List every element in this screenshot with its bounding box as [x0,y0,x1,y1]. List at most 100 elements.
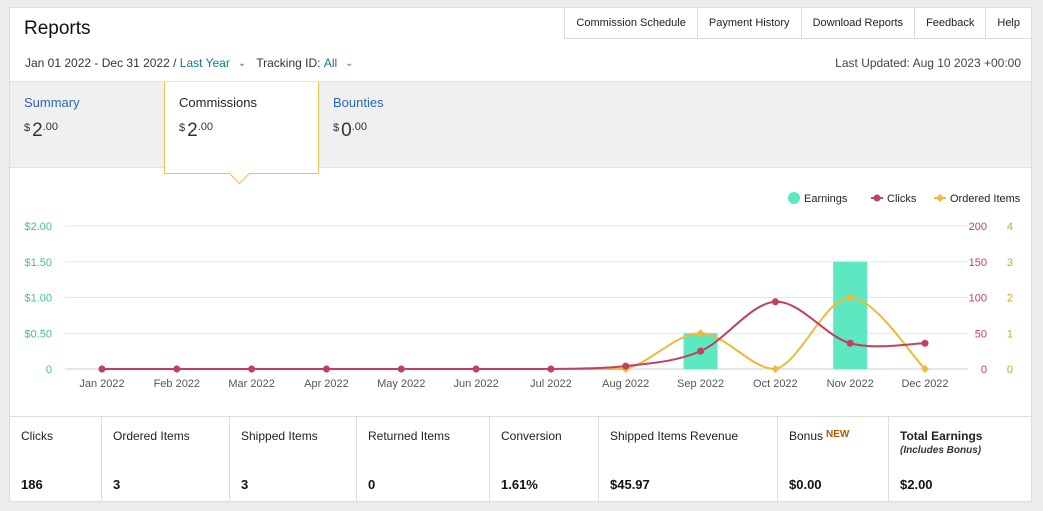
clicks-point [622,362,630,370]
tab-label: Summary [24,95,80,110]
commission-schedule-link[interactable]: Commission Schedule [565,8,698,38]
x-tick-label: Jul 2022 [530,378,572,390]
tab-amount: $0.00 [333,120,367,141]
y-left-tick: 0 [46,364,52,376]
payment-history-link[interactable]: Payment History [698,8,802,38]
stat-value: 186 [21,477,43,492]
clicks-point [472,365,480,373]
stat-conversion: Conversion 1.61% [490,417,599,502]
clicks-point [771,298,779,306]
chevron-down-icon[interactable]: ⌄ [345,58,353,69]
tab-label: Bounties [333,95,384,110]
clicks-point [846,339,854,347]
earnings-chart: 0 0 0 $0.50 50 1 $1.00 100 2 $1.50 150 3 $2.00 200 4 Ja… [10,178,1031,410]
tracking-id-dropdown[interactable]: All [324,56,337,70]
stat-returned-items: Returned Items 0 [357,417,490,502]
legend-label: Clicks [887,193,917,205]
clicks-point [248,365,256,373]
x-tick-label: Apr 2022 [304,378,349,390]
y-right-2-tick: 2 [1007,293,1013,305]
clicks-point [173,365,181,373]
y-right-2-tick: 1 [1007,328,1013,340]
stats-row: Clicks 186 Ordered Items 3 Shipped Items… [10,416,1031,502]
y-right-1-tick: 0 [981,364,987,376]
y-right-1-tick: 200 [969,221,987,233]
x-tick-label: Jan 2022 [79,378,124,390]
tab-commissions[interactable]: Commissions $2.00 [164,82,319,174]
stat-bonus: Bonus NEW $0.00 [778,417,889,502]
legend-label: Earnings [804,193,848,205]
clicks-line [102,300,926,371]
stat-value: $2.00 [900,477,933,492]
clicks-point [98,365,106,373]
stat-label: Returned Items [368,429,451,443]
x-tick-label: Jun 2022 [453,378,498,390]
ordered-items-point [771,365,780,373]
y-left-tick: $2.00 [24,221,52,233]
report-tabs: Summary $2.00 Commissions $2.00 Bounties… [10,81,1031,174]
stat-label: Total Earnings [900,429,983,443]
clicks-point [697,347,705,355]
stat-shipped-revenue: Shipped Items Revenue $45.97 [599,417,778,502]
stat-label: Shipped Items [241,429,318,443]
y-left-tick: $1.00 [24,293,52,305]
period-dropdown[interactable]: Last Year [180,56,230,70]
tab-bounties[interactable]: Bounties $0.00 [319,82,479,168]
x-tick-label: Sep 2022 [677,378,724,390]
stat-label: Ordered Items [113,429,190,443]
x-tick-label: Dec 2022 [901,378,948,390]
y-right-2-tick: 0 [1007,364,1013,376]
clicks-point [547,365,555,373]
tab-summary[interactable]: Summary $2.00 [10,82,164,168]
help-link[interactable]: Help [986,8,1031,38]
clicks-point [921,339,929,347]
y-right-1-tick: 50 [975,328,987,340]
new-badge: NEW [826,429,850,440]
x-tick-label: Oct 2022 [753,378,798,390]
legend-swatch [873,194,881,202]
stat-value: $45.97 [610,477,650,492]
stat-total-earnings: Total Earnings (Includes Bonus) $2.00 [889,417,1031,502]
stat-sublabel: (Includes Bonus) [900,445,982,456]
stat-label: Bonus NEW [789,429,850,443]
stat-clicks: Clicks 186 [10,417,102,502]
tracking-label: Tracking ID: [256,56,321,70]
download-reports-link[interactable]: Download Reports [802,8,916,38]
y-left-tick: $0.50 [24,328,52,340]
page-title: Reports [24,18,91,39]
x-tick-label: May 2022 [377,378,425,390]
stat-value: 3 [113,477,121,492]
feedback-link[interactable]: Feedback [915,8,987,38]
filter-bar: Jan 01 2022 - Dec 31 2022 / Last Year ⌄ … [25,56,364,70]
y-right-1-tick: 150 [969,257,987,269]
stat-ordered-items: Ordered Items 3 [102,417,230,502]
tab-amount: $2.00 [24,120,58,141]
chevron-down-icon[interactable]: ⌄ [238,58,246,69]
clicks-point [322,365,330,373]
date-range: Jan 01 2022 - Dec 31 2022 / [25,56,177,70]
stat-value: $0.00 [789,477,822,492]
tab-label: Commissions [179,95,258,110]
stat-label: Conversion [501,429,562,443]
stat-value: 3 [241,477,249,492]
stat-value: 0 [368,477,376,492]
stat-shipped-items: Shipped Items 3 [230,417,357,502]
tab-amount: $2.00 [179,120,213,141]
x-tick-label: Nov 2022 [827,378,874,390]
y-left-tick: $1.50 [24,257,52,269]
x-tick-label: Feb 2022 [154,378,200,390]
stat-label: Clicks [21,429,53,443]
stat-label: Shipped Items Revenue [610,429,739,443]
top-links: Commission Schedule Payment History Down… [564,8,1031,39]
legend-swatch [788,192,800,204]
clicks-point [397,365,405,373]
y-right-2-tick: 4 [1007,221,1013,233]
legend-label: Ordered Items [950,193,1021,205]
chart-svg: 0 0 0 $0.50 50 1 $1.00 100 2 $1.50 150 3 $2.00 200 4 Ja… [24,192,1021,390]
x-tick-label: Aug 2022 [602,378,649,390]
x-tick-label: Mar 2022 [228,378,274,390]
earnings-bar [833,261,868,369]
y-right-1-tick: 100 [969,293,987,305]
legend-swatch [936,194,944,202]
reports-panel: Reports Commission Schedule Payment Hist… [9,7,1032,502]
